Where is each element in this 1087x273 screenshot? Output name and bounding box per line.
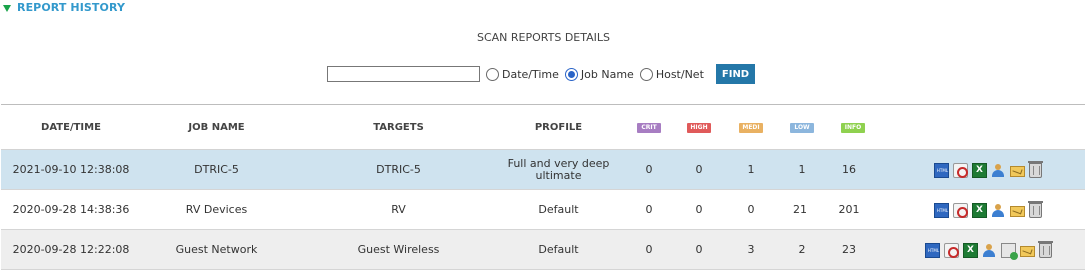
email-report-icon[interactable] <box>1010 205 1025 217</box>
cell-info: 201 <box>838 203 860 216</box>
table-row[interactable]: 2020-09-28 14:38:36 RV Devices RV Defaul… <box>1 190 1085 230</box>
cell-targets: Guest Wireless <box>357 243 440 256</box>
radio-job-name[interactable]: Job Name <box>564 67 634 81</box>
high-badge: HIGH <box>687 122 711 133</box>
cell-targets: DTRIC-5 <box>376 163 421 176</box>
table-row[interactable]: 2021-09-10 12:38:08 DTRIC-5 DTRIC-5 Full… <box>1 150 1085 190</box>
cell-medium: 0 <box>747 203 755 216</box>
radio-button[interactable] <box>486 67 499 81</box>
user-report-icon[interactable] <box>991 203 1006 218</box>
cell-info: 16 <box>842 163 856 176</box>
cell-low: 1 <box>798 163 806 176</box>
cell-crit: 0 <box>645 203 653 216</box>
report-history-header[interactable]: REPORT HISTORY <box>3 0 125 15</box>
cell-profile: Default <box>538 203 579 216</box>
radio-label: Job Name <box>580 67 634 81</box>
find-button[interactable]: FIND <box>715 64 756 84</box>
section-title: REPORT HISTORY <box>17 1 126 14</box>
column-header-low: LOW <box>788 105 816 150</box>
radio-button[interactable] <box>564 67 578 81</box>
cell-crit: 0 <box>645 163 653 176</box>
crit-badge: CRIT <box>637 122 661 133</box>
table-row[interactable]: 2020-09-28 12:22:08 Guest Network Guest … <box>1 230 1085 270</box>
cell-info: 23 <box>842 243 856 256</box>
scan-reports-title: SCAN REPORTS DETAILS <box>476 31 610 44</box>
radio-label: Date/Time <box>502 67 559 81</box>
cell-datetime: 2020-09-28 14:38:36 <box>12 203 130 216</box>
cell-jobname: RV Devices <box>185 203 248 216</box>
cell-crit: 0 <box>645 243 653 256</box>
search-input[interactable] <box>327 66 480 82</box>
cell-targets: RV <box>391 203 406 216</box>
pdf-report-icon[interactable] <box>953 162 968 178</box>
pdf-report-icon[interactable] <box>953 202 968 218</box>
cell-high: 0 <box>695 243 703 256</box>
cell-low: 2 <box>798 243 806 256</box>
cell-low: 21 <box>793 203 807 216</box>
delete-trash-icon[interactable] <box>1028 200 1043 218</box>
search-row: Date/Time Job Name Host/Net FIND <box>327 63 756 85</box>
cell-datetime: 2021-09-10 12:38:08 <box>12 163 130 176</box>
column-header-medium: MEDI <box>737 105 765 150</box>
pdf-report-icon[interactable] <box>944 242 959 258</box>
delete-trash-icon[interactable] <box>1028 160 1043 178</box>
excel-report-icon[interactable] <box>972 162 987 178</box>
document-export-icon[interactable] <box>1001 242 1018 260</box>
radio-host-net[interactable]: Host/Net <box>639 67 704 81</box>
column-header-datetime: DATE/TIME <box>41 122 101 133</box>
html-report-icon[interactable] <box>934 202 950 218</box>
column-header-crit: CRIT <box>635 105 663 150</box>
row-actions <box>934 190 1046 230</box>
column-header-jobname: JOB NAME <box>188 122 245 133</box>
table-header: DATE/TIME JOB NAME TARGETS PROFILE CRIT … <box>1 105 1085 150</box>
cell-medium: 3 <box>747 243 755 256</box>
cell-high: 0 <box>695 163 703 176</box>
cell-jobname: Guest Network <box>175 243 258 256</box>
cell-jobname: DTRIC-5 <box>194 163 239 176</box>
cell-medium: 1 <box>747 163 755 176</box>
excel-report-icon[interactable] <box>972 202 987 218</box>
cell-profile: Full and very deep ultimate <box>507 157 610 182</box>
collapse-triangle-icon[interactable] <box>3 4 11 12</box>
column-header-profile: PROFILE <box>534 122 583 133</box>
html-report-icon[interactable] <box>925 242 941 258</box>
info-badge: INFO <box>841 122 865 133</box>
user-report-icon[interactable] <box>991 163 1006 178</box>
column-header-info: INFO <box>839 105 867 150</box>
column-header-high: HIGH <box>685 105 713 150</box>
radio-button[interactable] <box>639 67 653 81</box>
user-report-icon[interactable] <box>982 243 997 258</box>
email-report-icon[interactable] <box>1010 165 1025 177</box>
medium-badge: MEDI <box>739 122 763 133</box>
report-table: DATE/TIME JOB NAME TARGETS PROFILE CRIT … <box>1 104 1085 270</box>
cell-datetime: 2020-09-28 12:22:08 <box>12 243 130 256</box>
cell-high: 0 <box>695 203 703 216</box>
cell-profile: Default <box>538 243 579 256</box>
radio-label: Host/Net <box>655 67 704 81</box>
html-report-icon[interactable] <box>934 162 950 178</box>
low-badge: LOW <box>790 122 814 133</box>
excel-report-icon[interactable] <box>963 242 978 258</box>
email-report-icon[interactable] <box>1020 245 1035 257</box>
row-actions <box>934 150 1046 190</box>
row-actions <box>925 230 1056 270</box>
radio-date-time[interactable]: Date/Time <box>486 67 559 81</box>
delete-trash-icon[interactable] <box>1038 240 1053 258</box>
column-header-targets: TARGETS <box>373 122 424 133</box>
